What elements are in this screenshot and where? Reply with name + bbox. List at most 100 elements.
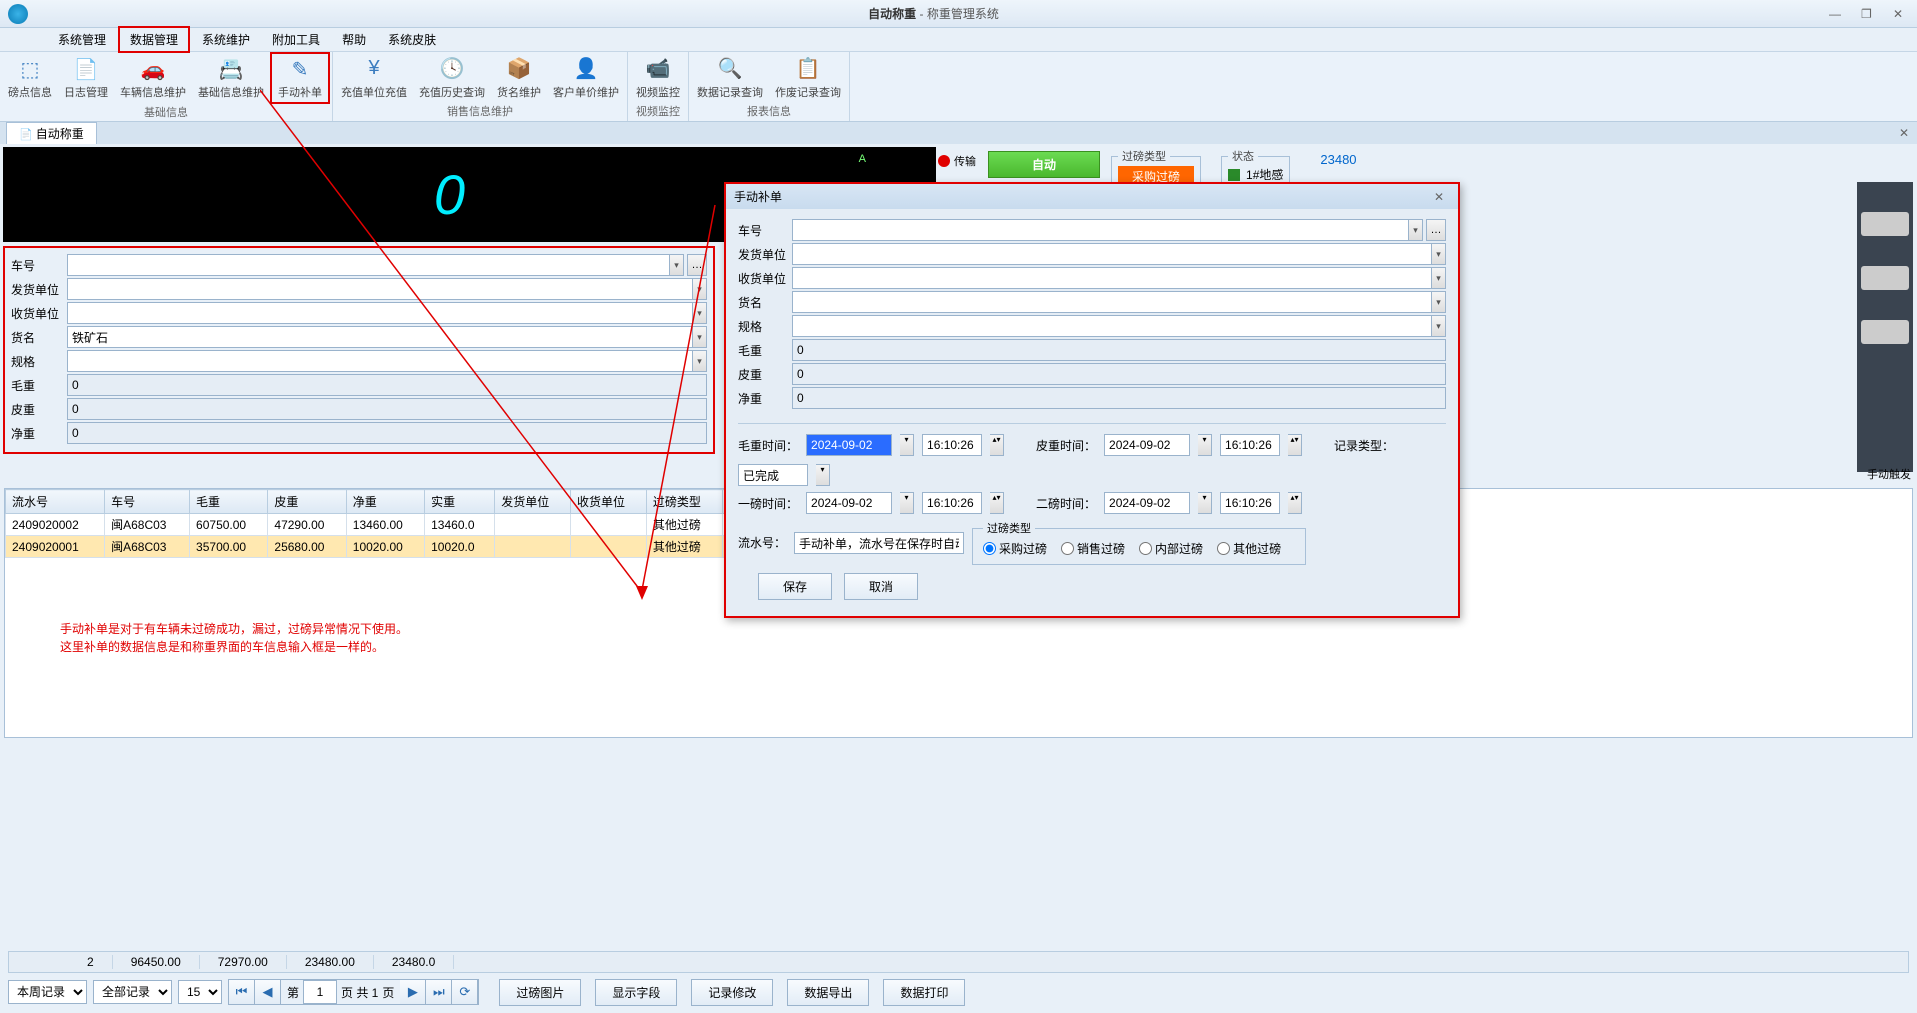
serial-input[interactable] bbox=[794, 532, 964, 554]
tare-input[interactable] bbox=[67, 398, 707, 420]
ribbon-货名维护[interactable]: 📦货名维护 bbox=[491, 52, 547, 103]
pagesize-select[interactable]: 15 bbox=[178, 980, 222, 1004]
refresh-button[interactable]: ⟳ bbox=[452, 980, 478, 1004]
dlg-spec-input[interactable] bbox=[792, 315, 1432, 337]
footer-数据导出[interactable]: 数据导出 bbox=[787, 979, 869, 1006]
record-type-select[interactable] bbox=[738, 464, 808, 486]
spec-input[interactable] bbox=[67, 350, 693, 372]
receiver-input[interactable] bbox=[67, 302, 693, 324]
spinner-icon[interactable]: ▾ bbox=[900, 434, 914, 456]
type-filter-select[interactable]: 全部记录 bbox=[93, 980, 172, 1004]
col-header[interactable]: 过磅类型 bbox=[646, 490, 722, 514]
footer-显示字段[interactable]: 显示字段 bbox=[595, 979, 677, 1006]
dropdown-icon[interactable]: ▾ bbox=[670, 254, 684, 276]
spinner-icon[interactable]: ▾ bbox=[1198, 434, 1212, 456]
col-header[interactable]: 毛重 bbox=[190, 490, 268, 514]
minimize-icon[interactable]: — bbox=[1829, 7, 1845, 21]
dialog-close-icon[interactable]: ✕ bbox=[1434, 190, 1450, 204]
spinner-icon[interactable]: ▾ bbox=[1198, 492, 1212, 514]
dropdown-icon[interactable]: ▾ bbox=[693, 326, 707, 348]
prev-page-button[interactable]: ◀ bbox=[255, 980, 281, 1004]
spinner-icon[interactable]: ▴▾ bbox=[990, 492, 1004, 514]
maximize-icon[interactable]: ❐ bbox=[1861, 7, 1877, 21]
dlg-shipper-input[interactable] bbox=[792, 243, 1432, 265]
col-header[interactable]: 车号 bbox=[105, 490, 190, 514]
col-header[interactable]: 发货单位 bbox=[495, 490, 571, 514]
first-page-button[interactable]: ⏮ bbox=[229, 980, 255, 1004]
ribbon-手动补单[interactable]: ✎手动补单 bbox=[270, 52, 330, 104]
gross-date-input[interactable] bbox=[806, 434, 892, 456]
second-date-input[interactable] bbox=[1104, 492, 1190, 514]
cancel-button[interactable]: 取消 bbox=[844, 573, 918, 600]
spinner-icon[interactable]: ▾ bbox=[900, 492, 914, 514]
menu-item[interactable]: 附加工具 bbox=[262, 28, 330, 51]
net-input[interactable] bbox=[67, 422, 707, 444]
gross-time-input[interactable] bbox=[922, 434, 982, 456]
dropdown-icon[interactable]: ▾ bbox=[1432, 243, 1446, 265]
wtype-radio[interactable]: 销售过磅 bbox=[1061, 540, 1125, 557]
ribbon-充值单位充值[interactable]: ¥充值单位充值 bbox=[335, 52, 413, 103]
spinner-icon[interactable]: ▴▾ bbox=[1288, 434, 1302, 456]
ribbon-作废记录查询[interactable]: 📋作废记录查询 bbox=[769, 52, 847, 103]
ribbon-数据记录查询[interactable]: 🔍数据记录查询 bbox=[691, 52, 769, 103]
menu-item[interactable]: 数据管理 bbox=[118, 26, 190, 53]
footer-记录修改[interactable]: 记录修改 bbox=[691, 979, 773, 1006]
dlg-vehicle-input[interactable] bbox=[792, 219, 1409, 241]
col-header[interactable]: 实重 bbox=[425, 490, 495, 514]
ribbon-视频监控[interactable]: 📹视频监控 bbox=[630, 52, 686, 103]
save-button[interactable]: 保存 bbox=[758, 573, 832, 600]
dropdown-icon[interactable]: ▾ bbox=[693, 278, 707, 300]
menu-item[interactable]: 系统皮肤 bbox=[378, 28, 446, 51]
col-header[interactable]: 流水号 bbox=[6, 490, 105, 514]
dropdown-icon[interactable]: ▾ bbox=[693, 350, 707, 372]
tare-date-input[interactable] bbox=[1104, 434, 1190, 456]
goods-input[interactable] bbox=[67, 326, 693, 348]
footer-数据打印[interactable]: 数据打印 bbox=[883, 979, 965, 1006]
first-time-input[interactable] bbox=[922, 492, 982, 514]
first-date-input[interactable] bbox=[806, 492, 892, 514]
spinner-icon[interactable]: ▴▾ bbox=[1288, 492, 1302, 514]
dropdown-icon[interactable]: ▾ bbox=[693, 302, 707, 324]
dlg-net-input[interactable] bbox=[792, 387, 1446, 409]
dlg-goods-input[interactable] bbox=[792, 291, 1432, 313]
ribbon-磅点信息[interactable]: ⬚磅点信息 bbox=[2, 52, 58, 104]
dlg-gross-input[interactable] bbox=[792, 339, 1446, 361]
menu-item[interactable]: 系统维护 bbox=[192, 28, 260, 51]
dlg-receiver-input[interactable] bbox=[792, 267, 1432, 289]
wtype-radio[interactable]: 其他过磅 bbox=[1217, 540, 1281, 557]
wtype-radio[interactable]: 内部过磅 bbox=[1139, 540, 1203, 557]
vehicle-input[interactable] bbox=[67, 254, 670, 276]
lookup-button[interactable]: … bbox=[1426, 219, 1446, 241]
dropdown-icon[interactable]: ▾ bbox=[1432, 315, 1446, 337]
col-header[interactable]: 收货单位 bbox=[571, 490, 647, 514]
dropdown-icon[interactable]: ▾ bbox=[1432, 291, 1446, 313]
spinner-icon[interactable]: ▾ bbox=[816, 464, 830, 486]
dropdown-icon[interactable]: ▾ bbox=[1409, 219, 1423, 241]
tab-close-icon[interactable]: ✕ bbox=[1891, 126, 1917, 140]
tab-autoweigh[interactable]: 📄 自动称重 bbox=[6, 122, 97, 144]
dialog-titlebar[interactable]: 手动补单 ✕ bbox=[726, 184, 1458, 209]
shipper-input[interactable] bbox=[67, 278, 693, 300]
next-page-button[interactable]: ▶ bbox=[400, 980, 426, 1004]
tare-time-input[interactable] bbox=[1220, 434, 1280, 456]
page-input[interactable] bbox=[303, 980, 337, 1004]
close-icon[interactable]: ✕ bbox=[1893, 7, 1909, 21]
gross-input[interactable] bbox=[67, 374, 707, 396]
col-header[interactable]: 净重 bbox=[346, 490, 424, 514]
date-filter-select[interactable]: 本周记录 bbox=[8, 980, 87, 1004]
ribbon-日志管理[interactable]: 📄日志管理 bbox=[58, 52, 114, 104]
last-page-button[interactable]: ⏭ bbox=[426, 980, 452, 1004]
col-header[interactable]: 皮重 bbox=[268, 490, 346, 514]
ribbon-基础信息维护[interactable]: 📇基础信息维护 bbox=[192, 52, 270, 104]
dlg-tare-input[interactable] bbox=[792, 363, 1446, 385]
ribbon-车辆信息维护[interactable]: 🚗车辆信息维护 bbox=[114, 52, 192, 104]
ribbon-充值历史查询[interactable]: 🕓充值历史查询 bbox=[413, 52, 491, 103]
menu-item[interactable]: 系统管理 bbox=[48, 28, 116, 51]
second-time-input[interactable] bbox=[1220, 492, 1280, 514]
ribbon-客户单价维护[interactable]: 👤客户单价维护 bbox=[547, 52, 625, 103]
wtype-radio[interactable]: 采购过磅 bbox=[983, 540, 1047, 557]
menu-item[interactable]: 帮助 bbox=[332, 28, 376, 51]
spinner-icon[interactable]: ▴▾ bbox=[990, 434, 1004, 456]
dropdown-icon[interactable]: ▾ bbox=[1432, 267, 1446, 289]
lookup-button[interactable]: … bbox=[687, 254, 707, 276]
